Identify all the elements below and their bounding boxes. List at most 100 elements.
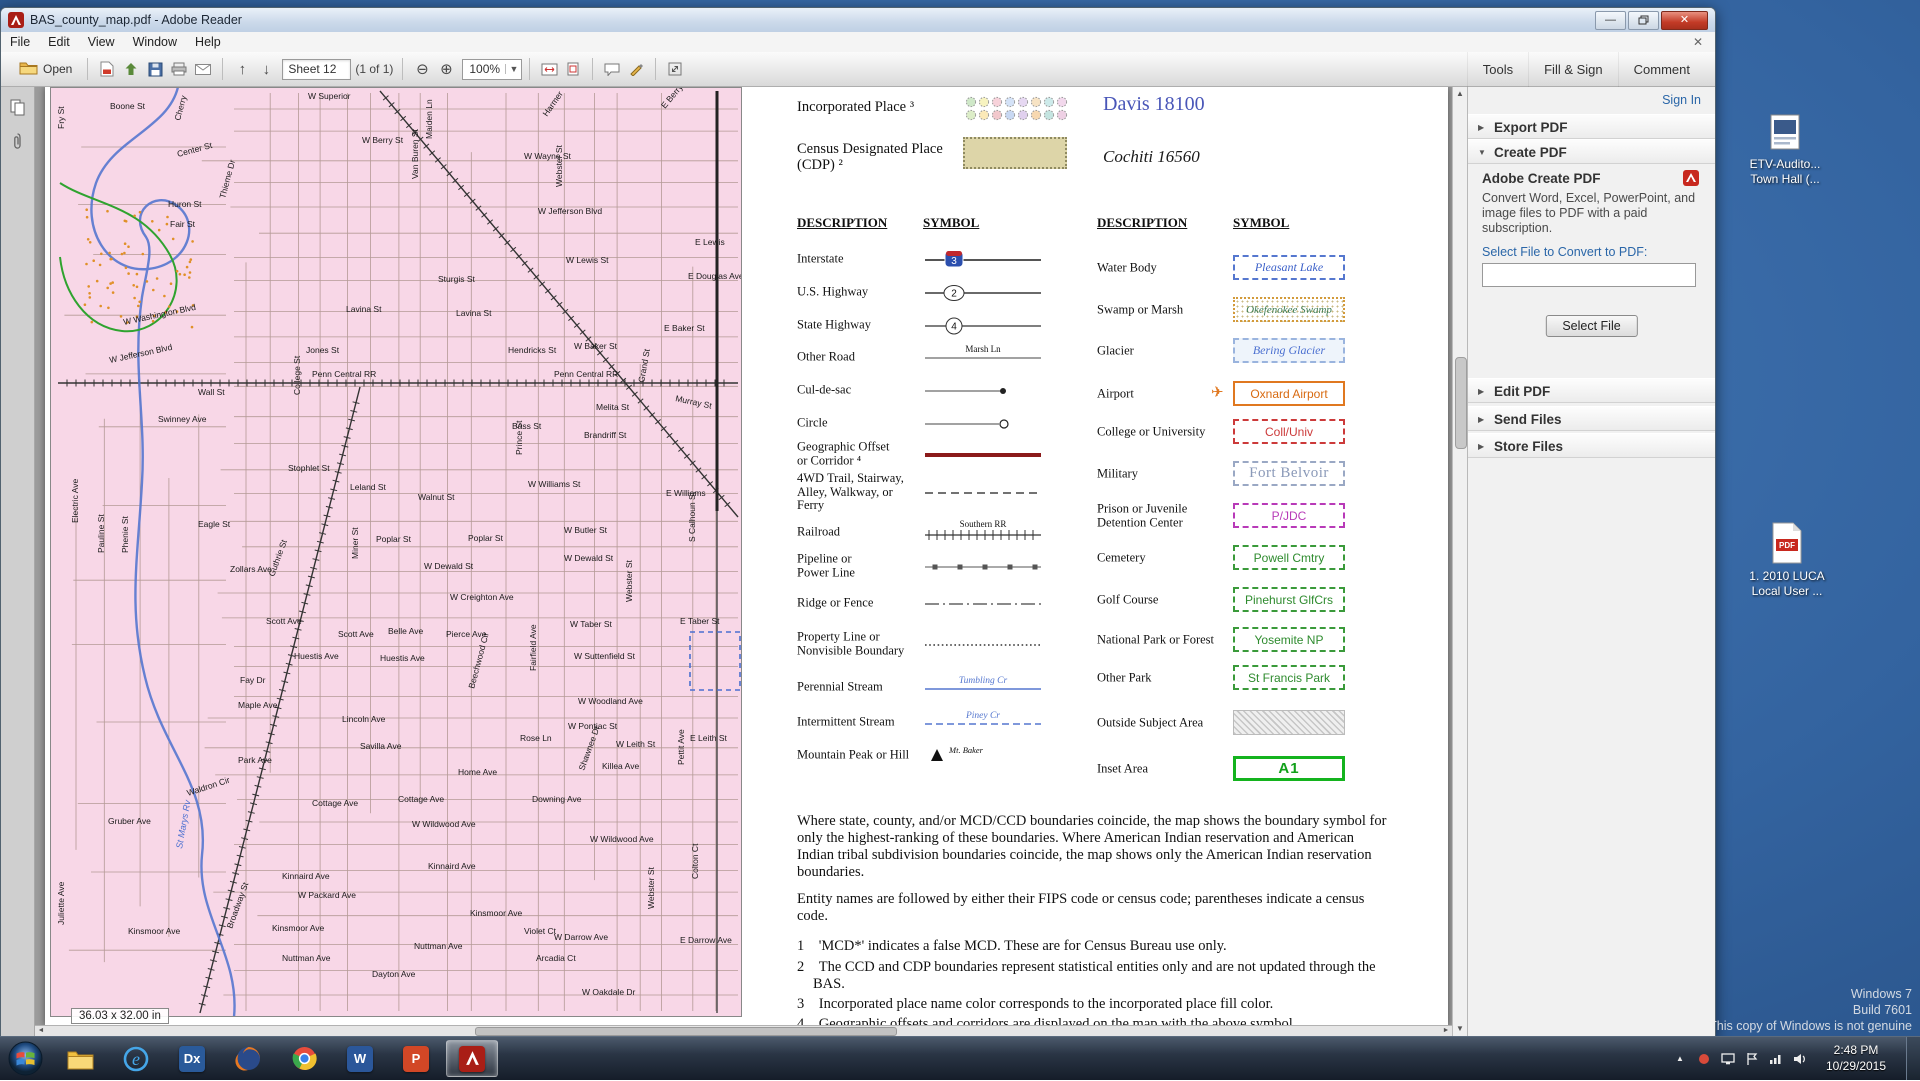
tools-tab[interactable]: Tools (1467, 52, 1528, 87)
legend-description: Other Park (1097, 671, 1227, 685)
legend-symbol-interstate: 3 (923, 244, 1045, 279)
print-icon[interactable] (167, 57, 191, 81)
map-street-label: Savilla Ave (360, 741, 402, 751)
map-street-label: W Wayne St (524, 151, 572, 161)
zoom-out-icon[interactable]: ⊖ (410, 57, 434, 81)
sign-pen-icon[interactable] (624, 57, 648, 81)
taskbar-app-powerpoint[interactable]: P (390, 1040, 442, 1077)
save-icon[interactable] (143, 57, 167, 81)
adobe-reader-icon (8, 12, 24, 28)
map-street-label: Webster St (624, 559, 634, 602)
fill-sign-tab[interactable]: Fill & Sign (1528, 52, 1618, 87)
panel-section-send-files[interactable]: ▶Send Files (1468, 406, 1715, 431)
window-controls: — ✕ (1595, 11, 1715, 30)
description-header: DESCRIPTION (1097, 215, 1187, 231)
zoom-in-icon[interactable]: ⊕ (434, 57, 458, 81)
desktop-icon-1-2010-luca[interactable]: PDF1. 2010 LUCALocal User ... (1742, 522, 1832, 599)
show-hidden-icons-icon[interactable]: ▲ (1672, 1051, 1688, 1067)
map-street-label: Huestis Ave (294, 651, 339, 661)
map-street-label: Van Buren St (410, 128, 420, 179)
vertical-scrollbar[interactable]: ▲ ▼ (1452, 87, 1467, 1036)
taskbar-app-reader[interactable] (446, 1040, 498, 1077)
antivirus-icon[interactable] (1696, 1051, 1712, 1067)
pdf-page: Boone StFry StCherryW SuperiorMaiden LnH… (45, 87, 1448, 1026)
legend-symbol-road: Marsh Ln (923, 342, 1045, 377)
panel-section-edit-pdf[interactable]: ▶Edit PDF (1468, 378, 1715, 403)
taskbar-app-dx[interactable]: Dx (166, 1040, 218, 1077)
incorporated-place-label: Incorporated Place ³ (797, 99, 957, 115)
panel-section-label: Store Files (1494, 439, 1563, 454)
file-to-convert-input[interactable] (1482, 263, 1696, 287)
close-document-icon[interactable]: ✕ (1693, 35, 1715, 49)
county-map[interactable]: Boone StFry StCherryW SuperiorMaiden LnH… (50, 87, 742, 1017)
menu-file[interactable]: File (1, 32, 39, 52)
comment-bubble-icon[interactable] (600, 57, 624, 81)
panel-section-export-pdf[interactable]: ▶Export PDF (1468, 114, 1715, 139)
taskbar-app-word[interactable]: W (334, 1040, 386, 1077)
horizontal-scrollbar[interactable]: ◄ ► (35, 1025, 1452, 1036)
action-center-icon[interactable] (1744, 1051, 1760, 1067)
show-desktop-button[interactable] (1906, 1037, 1920, 1080)
legend-description: Inset Area (1097, 762, 1227, 776)
legend-description: Perennial Stream (797, 680, 921, 694)
network-icon[interactable] (1768, 1051, 1784, 1067)
legend-note-4: 2 The CCD and CDP boundaries represent s… (797, 959, 1405, 993)
menu-window[interactable]: Window (124, 32, 186, 52)
panel-section-create-pdf[interactable]: ▼Create PDF (1468, 139, 1715, 164)
create-pdf-description: Convert Word, Excel, PowerPoint, and ima… (1482, 191, 1700, 236)
taskbar-app-chrome[interactable] (278, 1040, 330, 1077)
fit-width-icon[interactable] (537, 57, 561, 81)
sign-in-link[interactable]: Sign In (1662, 93, 1701, 107)
page-thumbnails-icon[interactable] (6, 95, 30, 119)
desktop-icon-etv-audito[interactable]: ETV-Audito...Town Hall (... (1740, 112, 1830, 187)
airplane-icon: ✈ (1211, 383, 1224, 401)
restore-button[interactable] (1628, 11, 1659, 30)
fullscreen-icon[interactable] (663, 57, 687, 81)
open-button-label: Open (43, 62, 72, 76)
horizontal-scroll-thumb[interactable] (475, 1027, 897, 1036)
previous-page-icon[interactable]: ↑ (230, 57, 254, 81)
taskbar-clock[interactable]: 2:48 PM 10/29/2015 (1814, 1042, 1898, 1074)
minimize-button[interactable]: — (1595, 11, 1626, 30)
taskbar-app-explorer[interactable] (54, 1040, 106, 1077)
separator (592, 58, 593, 80)
scroll-right-icon[interactable]: ► (1440, 1026, 1452, 1036)
legend-symbol-circle (923, 408, 1045, 443)
scroll-down-icon[interactable]: ▼ (1453, 1022, 1467, 1036)
scroll-up-icon[interactable]: ▲ (1453, 87, 1467, 101)
open-button[interactable]: Open (11, 57, 80, 81)
menu-edit[interactable]: Edit (39, 32, 79, 52)
create-pdf-icon[interactable] (95, 57, 119, 81)
map-street-label: Colton Ct (690, 843, 700, 879)
share-icon[interactable] (119, 57, 143, 81)
comment-tab[interactable]: Comment (1618, 52, 1705, 87)
menu-view[interactable]: View (79, 32, 124, 52)
separator (222, 58, 223, 80)
fit-page-icon[interactable] (561, 57, 585, 81)
panel-section-store-files[interactable]: ▶Store Files (1468, 433, 1715, 458)
map-street-label: Sturgis St (438, 274, 475, 284)
document-viewport[interactable]: Boone StFry StCherryW SuperiorMaiden LnH… (35, 87, 1452, 1036)
video-file-icon (1740, 112, 1830, 157)
legend-symbol-military: Fort Belvoir (1233, 461, 1345, 486)
taskbar-app-ie[interactable]: e (110, 1040, 162, 1077)
scroll-left-icon[interactable]: ◄ (35, 1026, 47, 1036)
map-street-label: W Dewald St (424, 561, 474, 571)
taskbar-app-firefox[interactable] (222, 1040, 274, 1077)
email-icon[interactable] (191, 57, 215, 81)
page-number-input[interactable]: Sheet 12 (282, 59, 351, 80)
attachments-paperclip-icon[interactable] (6, 129, 30, 153)
start-button[interactable] (8, 1041, 43, 1076)
close-button[interactable]: ✕ (1661, 11, 1708, 30)
legend-symbol-culdesac (923, 375, 1045, 410)
volume-icon[interactable] (1792, 1051, 1808, 1067)
select-file-button[interactable]: Select File (1545, 315, 1637, 337)
menu-help[interactable]: Help (186, 32, 230, 52)
next-page-icon[interactable]: ↓ (254, 57, 278, 81)
vertical-scroll-thumb[interactable] (1455, 357, 1467, 449)
title-bar[interactable]: BAS_county_map.pdf - Adobe Reader — ✕ (1, 8, 1715, 33)
display-icon[interactable] (1720, 1051, 1736, 1067)
county-street-map-svg[interactable]: Boone StFry StCherryW SuperiorMaiden LnH… (50, 87, 742, 1017)
zoom-level-select[interactable]: 100% ▼ (462, 59, 522, 80)
map-street-label: W Butler St (564, 525, 608, 535)
